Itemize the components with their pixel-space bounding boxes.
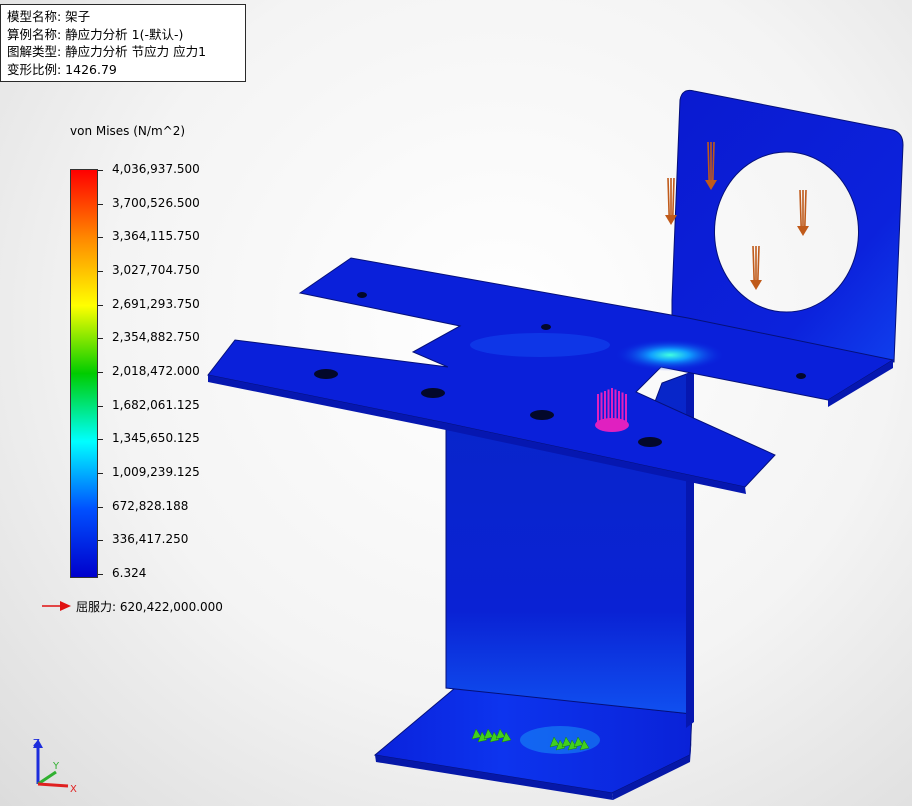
load-arrow-icon	[665, 177, 677, 225]
z-axis-label: Z	[33, 738, 40, 749]
load-arrow-icon	[750, 245, 762, 290]
load-arrow-icon	[797, 189, 809, 236]
x-axis-label: X	[70, 784, 77, 795]
model-viewport[interactable]	[0, 0, 912, 806]
force-base	[595, 418, 629, 432]
back-plate[interactable]	[671, 89, 904, 363]
axis-triad: Z Y X	[33, 738, 77, 795]
x-axis-line	[37, 782, 69, 788]
y-axis-line	[37, 770, 57, 786]
y-axis-label: Y	[52, 761, 60, 772]
main-plate[interactable]	[207, 257, 895, 494]
